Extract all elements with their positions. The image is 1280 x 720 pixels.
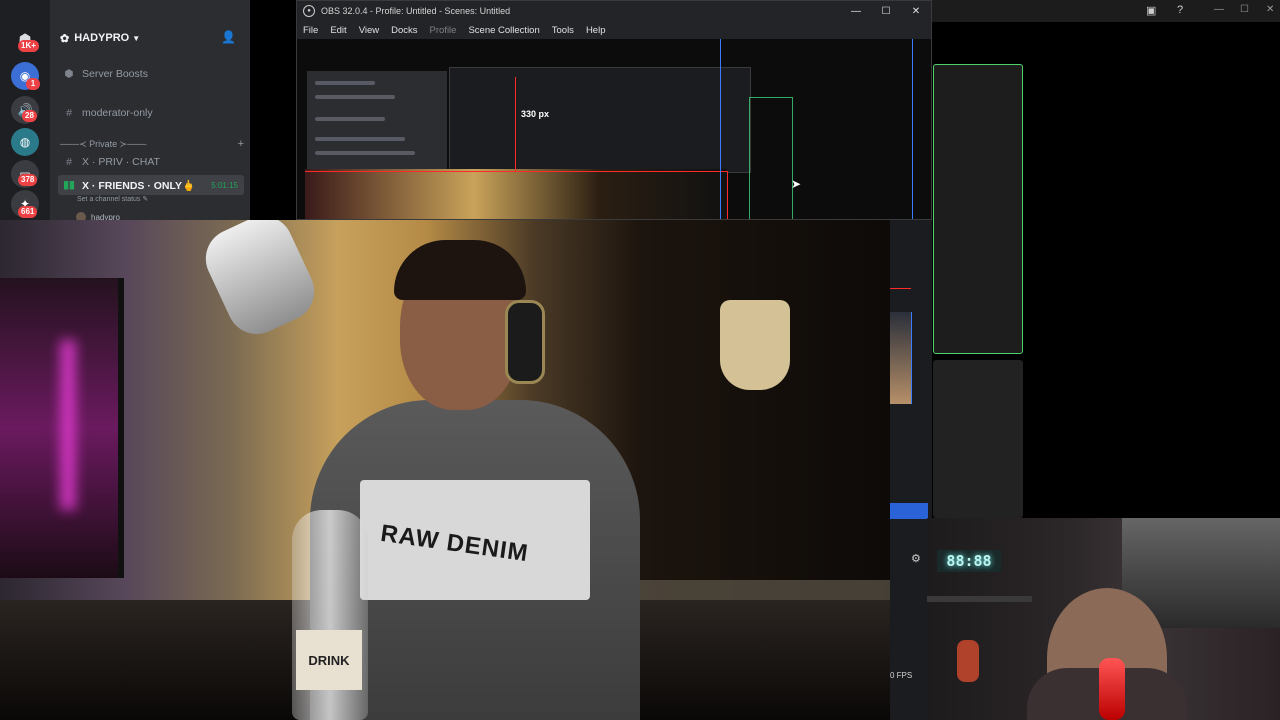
figurine bbox=[957, 640, 979, 682]
obs-window: ● OBS 32.0.4 - Profile: Untitled - Scene… bbox=[296, 0, 932, 220]
voice-timer: 5:01:15 bbox=[211, 180, 238, 190]
guild-icon[interactable]: ◍ bbox=[11, 128, 39, 156]
recursive-webcam-preview bbox=[305, 169, 727, 219]
guild-badge: 1K+ bbox=[18, 40, 39, 52]
server-header[interactable]: ✿ HADYPRO ▼ bbox=[50, 26, 250, 50]
menu-edit[interactable]: Edit bbox=[330, 25, 346, 36]
streamer: RAW DENIM bbox=[310, 240, 640, 720]
headset bbox=[505, 300, 545, 384]
guild-badge: 661 bbox=[18, 206, 38, 218]
guild-badge: 28 bbox=[22, 110, 37, 122]
minimize-icon[interactable]: — bbox=[1214, 4, 1224, 15]
channel-priv-chat[interactable]: # X · PRIV · CHAT bbox=[58, 152, 244, 172]
cast-icon[interactable]: ▣ bbox=[1146, 4, 1156, 17]
server-name: HADYPRO bbox=[74, 32, 130, 44]
discord-channel-panel: ✿ HADYPRO ▼ 👤 ⬢ Server Boosts # moderato… bbox=[50, 0, 250, 220]
main-webcam-feed: RAW DENIM DRINK bbox=[0, 220, 890, 720]
obs-preview-canvas[interactable]: 330 px ➤ bbox=[297, 39, 931, 219]
close-icon[interactable]: ✕ bbox=[1266, 4, 1274, 15]
obs-title: OBS 32.0.4 - Profile: Untitled - Scenes:… bbox=[321, 6, 511, 16]
channel-status[interactable]: Set a channel status ✎ bbox=[77, 195, 148, 203]
distance-label: 330 px bbox=[521, 109, 550, 119]
selection-border bbox=[305, 171, 727, 172]
menu-file[interactable]: File bbox=[303, 25, 318, 36]
invite-people-icon[interactable]: 👤 bbox=[221, 30, 236, 44]
maximize-icon[interactable]: ☐ bbox=[1240, 4, 1249, 15]
obs-titlebar[interactable]: ● OBS 32.0.4 - Profile: Untitled - Scene… bbox=[297, 1, 931, 21]
desktop-titlebar: ▣ ? — ☐ ✕ bbox=[932, 0, 1280, 22]
category-label: ───≺ Private ≻─── bbox=[60, 138, 147, 149]
close-icon[interactable]: ✕ bbox=[901, 1, 931, 21]
guild-badge: 1 bbox=[26, 78, 40, 90]
obs-menubar: File Edit View Docks Profile Scene Colle… bbox=[297, 21, 931, 40]
recursive-obs-preview bbox=[449, 67, 751, 173]
selection-border bbox=[515, 77, 516, 171]
maximize-icon[interactable]: ☐ bbox=[871, 1, 901, 21]
microphone bbox=[195, 220, 325, 344]
flower-icon: ✿ bbox=[60, 32, 70, 45]
secondary-webcam-feed: 88:88 bbox=[927, 518, 1280, 720]
channel-moderator-only[interactable]: # moderator-only bbox=[58, 103, 244, 123]
menu-tools[interactable]: Tools bbox=[552, 25, 574, 36]
rocket-icon: ⬢ bbox=[64, 68, 74, 80]
guide-line bbox=[720, 39, 721, 219]
menu-docks[interactable]: Docks bbox=[391, 25, 417, 36]
selected-control-button[interactable] bbox=[889, 503, 928, 519]
source-frame bbox=[749, 97, 793, 219]
recursive-discord-preview bbox=[307, 71, 447, 171]
menu-view[interactable]: View bbox=[359, 25, 379, 36]
minimize-icon[interactable]: — bbox=[841, 1, 871, 21]
channel-label: moderator-only bbox=[82, 107, 153, 119]
lamp bbox=[720, 300, 790, 390]
preview-thumbnail bbox=[889, 312, 912, 404]
obs-controls-dock: ⚙ 0 FPS bbox=[889, 220, 932, 720]
help-icon[interactable]: ? bbox=[1177, 4, 1183, 16]
gear-icon[interactable]: ⚙ bbox=[911, 552, 921, 565]
obs-logo-icon: ● bbox=[303, 5, 315, 17]
chevron-down-icon: ▼ bbox=[132, 33, 141, 43]
fps-readout: 0 FPS bbox=[890, 671, 913, 680]
channel-label: X · PRIV · CHAT bbox=[82, 156, 160, 168]
hash-icon: # bbox=[66, 156, 72, 168]
menu-profile[interactable]: Profile bbox=[430, 25, 457, 36]
hash-icon: # bbox=[66, 107, 72, 119]
bottle-label: DRINK bbox=[296, 630, 362, 690]
source-panel bbox=[933, 360, 1023, 518]
category-private[interactable]: ───≺ Private ≻─── + bbox=[60, 137, 244, 151]
digital-clock: 88:88 bbox=[937, 550, 1001, 572]
selection-border bbox=[727, 171, 728, 219]
menu-help[interactable]: Help bbox=[586, 25, 606, 36]
channel-server-boosts[interactable]: ⬢ Server Boosts bbox=[58, 64, 244, 84]
discord-guild-rail: ☗ 1K+ ◉ 1 🔊 28 ◍ ▭ 378 ✦ 661 bbox=[0, 0, 50, 220]
channel-label: X · FRIENDS · ONLY🖕 bbox=[82, 179, 196, 192]
microphone bbox=[1099, 658, 1125, 720]
voice-channel-friends-only[interactable]: ▮▮ X · FRIENDS · ONLY🖕 5:01:15 bbox=[58, 175, 244, 195]
guild-badge: 378 bbox=[18, 174, 38, 186]
menu-scene-collection[interactable]: Scene Collection bbox=[468, 25, 539, 36]
voice-icon: ▮▮ bbox=[63, 179, 75, 191]
source-panel bbox=[933, 64, 1023, 354]
mouse-cursor-icon: ➤ bbox=[791, 177, 802, 191]
add-channel-icon[interactable]: + bbox=[238, 138, 244, 150]
guide-line bbox=[912, 39, 913, 219]
channel-label: Server Boosts bbox=[82, 68, 148, 80]
